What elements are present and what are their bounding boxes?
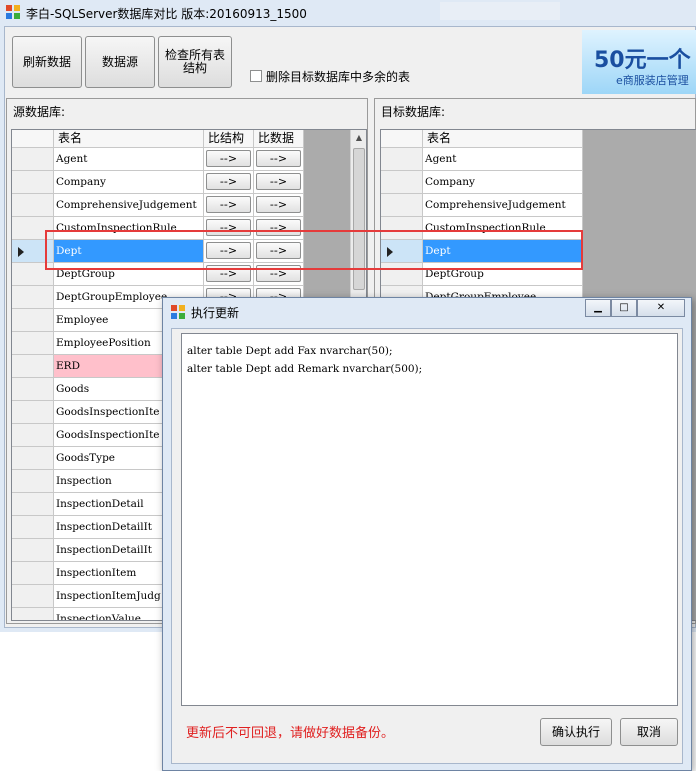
compare-data-button-cell: --> — [254, 194, 304, 217]
table-name-cell[interactable]: Agent — [423, 148, 583, 171]
row-header[interactable] — [12, 355, 54, 378]
compare-structure-button[interactable]: --> — [206, 150, 251, 167]
compare-structure-button[interactable]: --> — [206, 173, 251, 190]
row-header[interactable] — [12, 585, 54, 608]
cancel-label: 取消 — [636, 724, 661, 739]
source-col-name[interactable]: 表名 — [54, 130, 204, 148]
row-header[interactable] — [12, 608, 54, 620]
dialog-client: alter table Dept add Fax nvarchar(50); a… — [171, 328, 683, 764]
compare-data-button[interactable]: --> — [256, 196, 301, 213]
row-header[interactable] — [381, 194, 423, 217]
table-name-cell[interactable]: ComprehensiveJudgement — [54, 194, 204, 217]
row-header[interactable] — [12, 470, 54, 493]
current-row-arrow-icon — [18, 247, 24, 257]
compare-structure-button-cell: --> — [204, 194, 254, 217]
row-header[interactable] — [12, 539, 54, 562]
table-name-cell[interactable]: Company — [54, 171, 204, 194]
row-header[interactable] — [12, 562, 54, 585]
compare-data-button-cell: --> — [254, 171, 304, 194]
target-db-label: 目标数据库: — [381, 105, 446, 119]
close-icon[interactable]: ✕ — [637, 299, 685, 317]
title-bar: 李白-SQLServer数据库对比 版本:20160913_1500 — [0, 0, 696, 26]
compare-structure-button-cell: --> — [204, 171, 254, 194]
compare-data-button[interactable]: --> — [256, 173, 301, 190]
table-row[interactable]: Company --> --> — [12, 171, 304, 194]
datasource-button[interactable]: 数据源 — [85, 36, 155, 88]
confirm-execute-label: 确认执行 — [551, 724, 600, 739]
delete-extra-tables-checkbox[interactable] — [250, 70, 262, 82]
app-icon — [6, 5, 20, 19]
row-header[interactable] — [12, 194, 54, 217]
table-name-cell[interactable]: ComprehensiveJudgement — [423, 194, 583, 217]
table-row[interactable]: ComprehensiveJudgement — [381, 194, 583, 217]
row-header[interactable] — [12, 309, 54, 332]
ad-headline: 50元一个 — [594, 48, 691, 73]
delete-extra-tables-label[interactable]: 删除目标数据库中多余的表 — [266, 68, 410, 85]
table-row[interactable]: Company — [381, 171, 583, 194]
check-all-structure-button[interactable]: 检查所有表 结构 — [158, 36, 232, 88]
row-header[interactable] — [12, 401, 54, 424]
ad-subtext: e商服装店管理 — [616, 74, 689, 87]
source-grid-corner — [12, 130, 54, 148]
window-title: 李白-SQLServer数据库对比 版本:20160913_1500 — [26, 7, 307, 21]
check-all-structure-label-2: 结构 — [182, 61, 207, 75]
compare-structure-button-cell: --> — [204, 148, 254, 171]
table-name-cell[interactable]: Agent — [54, 148, 204, 171]
row-header[interactable] — [12, 148, 54, 171]
row-header[interactable] — [12, 286, 54, 309]
refresh-data-button[interactable]: 刷新数据 — [12, 36, 82, 88]
compare-structure-button[interactable]: --> — [206, 196, 251, 213]
source-db-label: 源数据库: — [13, 105, 66, 119]
table-row[interactable]: ComprehensiveJudgement --> --> — [12, 194, 304, 217]
app-icon — [171, 305, 185, 319]
title-bar-blur — [440, 2, 560, 20]
row-header[interactable] — [12, 447, 54, 470]
row-header[interactable] — [381, 171, 423, 194]
row-header[interactable] — [12, 171, 54, 194]
sql-script-textarea[interactable]: alter table Dept add Fax nvarchar(50); a… — [181, 333, 678, 706]
scroll-up-arrow-icon[interactable]: ▲ — [351, 130, 366, 146]
table-row[interactable]: Agent — [381, 148, 583, 171]
row-header[interactable] — [381, 148, 423, 171]
datasource-label: 数据源 — [101, 54, 138, 69]
row-header[interactable] — [12, 378, 54, 401]
target-col-name[interactable]: 表名 — [423, 130, 583, 148]
row-header[interactable] — [12, 424, 54, 447]
cancel-button[interactable]: 取消 — [620, 718, 678, 746]
compare-data-button[interactable]: --> — [256, 150, 301, 167]
source-col-data[interactable]: 比数据 — [254, 130, 304, 148]
dialog-title: 执行更新 — [191, 306, 240, 320]
row-header[interactable] — [12, 493, 54, 516]
compare-data-button-cell: --> — [254, 148, 304, 171]
row-header[interactable] — [12, 332, 54, 355]
table-row[interactable]: Agent --> --> — [12, 148, 304, 171]
minimize-icon[interactable]: ▁ — [585, 299, 611, 317]
rollback-warning: 更新后不可回退，请做好数据备份。 — [186, 726, 395, 741]
maximize-icon[interactable]: □ — [611, 299, 637, 317]
table-name-cell[interactable]: Company — [423, 171, 583, 194]
ad-banner[interactable]: 50元一个 e商服装店管理 — [582, 30, 696, 94]
row-header[interactable] — [12, 516, 54, 539]
refresh-data-label: 刷新数据 — [22, 54, 71, 69]
execute-update-dialog: 执行更新 ▁ □ ✕ alter table Dept add Fax nvar… — [162, 297, 692, 771]
confirm-execute-button[interactable]: 确认执行 — [540, 718, 612, 746]
source-col-struct[interactable]: 比结构 — [204, 130, 254, 148]
target-grid-corner — [381, 130, 423, 148]
dept-row-highlight-box — [45, 230, 583, 270]
